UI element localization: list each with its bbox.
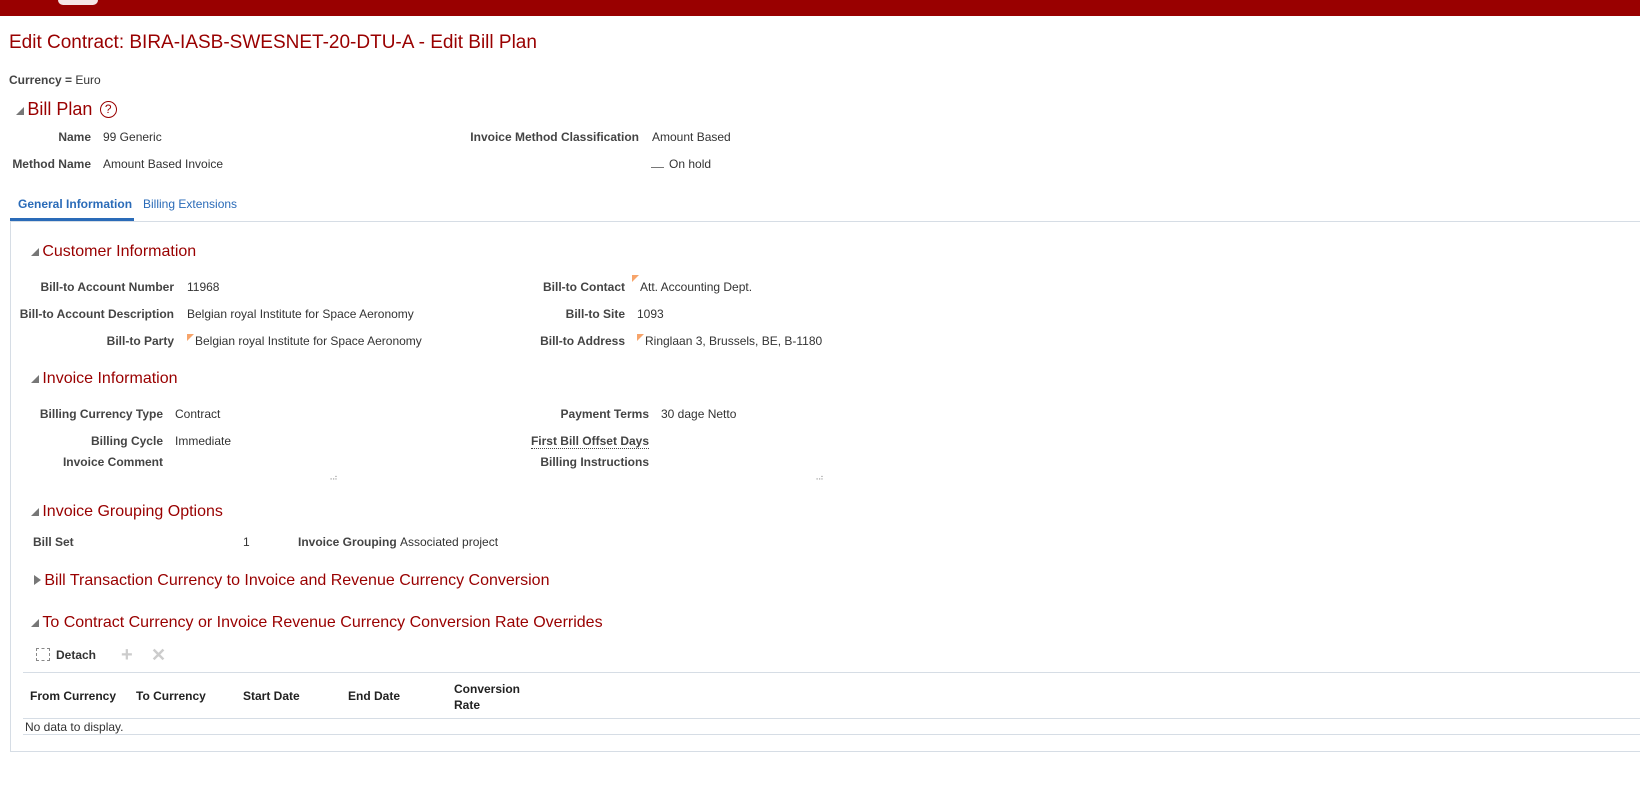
- billing-cycle-label: Billing Cycle: [90, 434, 163, 448]
- collapse-triangle-icon[interactable]: [31, 619, 39, 627]
- grouping-section-header[interactable]: Invoice Grouping Options: [31, 503, 223, 521]
- classification-label: Invoice Method Classification: [470, 130, 639, 144]
- conversion-heading: Bill Transaction Currency to Invoice and…: [44, 572, 550, 589]
- resize-grip-icon[interactable]: ⠠⠴: [327, 473, 338, 482]
- column-end-date[interactable]: End Date: [348, 689, 400, 703]
- help-icon[interactable]: ?: [99, 101, 117, 118]
- method-name-label: Method Name: [12, 157, 91, 171]
- conversion-section-header[interactable]: Bill Transaction Currency to Invoice and…: [34, 572, 549, 590]
- site-label: Bill-to Site: [565, 307, 625, 321]
- invoice-section-header[interactable]: Invoice Information: [31, 370, 178, 388]
- column-start-date[interactable]: Start Date: [243, 689, 300, 703]
- payment-terms-label: Payment Terms: [560, 407, 649, 421]
- address-text: Ringlaan 3, Brussels, BE, B-1180: [645, 334, 823, 348]
- account-description-value: Belgian royal Institute for Space Aerono…: [187, 307, 414, 321]
- method-name-value: Amount Based Invoice: [103, 157, 224, 171]
- table-divider: [23, 672, 1640, 673]
- account-description-label: Bill-to Account Description: [19, 307, 174, 321]
- bill-plan-heading: Bill Plan: [27, 99, 93, 119]
- on-hold-label: On hold: [669, 157, 712, 171]
- customer-heading: Customer Information: [42, 243, 197, 260]
- party-label: Bill-to Party: [106, 334, 174, 348]
- bill-set-value: 1: [243, 535, 250, 549]
- resize-grip-icon[interactable]: ⠠⠴: [813, 473, 824, 482]
- column-from-currency[interactable]: From Currency: [30, 689, 116, 703]
- on-hold-checkbox[interactable]: On hold: [651, 157, 711, 171]
- collapse-triangle-icon[interactable]: [16, 107, 24, 115]
- column-to-currency[interactable]: To Currency: [136, 689, 206, 703]
- column-conversion-rate[interactable]: Conversion Rate: [454, 681, 520, 713]
- invoice-heading: Invoice Information: [42, 370, 178, 387]
- page-title: Edit Contract: BIRA-IASB-SWESNET-20-DTU-…: [9, 32, 537, 53]
- detach-button[interactable]: Detach: [36, 648, 96, 662]
- currency-value: Euro: [75, 73, 101, 87]
- offset-days-text: First Bill Offset Days: [530, 434, 649, 449]
- account-number-label: Bill-to Account Number: [40, 280, 174, 294]
- column-conversion-line1: Conversion: [454, 682, 521, 696]
- logo: [58, 0, 98, 5]
- payment-terms-value: 30 dage Netto: [661, 407, 737, 421]
- site-value: 1093: [637, 307, 664, 321]
- checkbox-icon[interactable]: [651, 167, 664, 168]
- table-footer-divider: [23, 734, 1640, 735]
- empty-table-message: No data to display.: [25, 720, 124, 734]
- name-value: 99 Generic: [103, 130, 162, 144]
- invoice-grouping-label: Invoice Grouping: [298, 535, 397, 549]
- grouping-heading: Invoice Grouping Options: [42, 503, 223, 520]
- collapse-triangle-icon[interactable]: [31, 375, 39, 383]
- customer-section-header[interactable]: Customer Information: [31, 243, 196, 261]
- party-value: Belgian royal Institute for Space Aerono…: [187, 334, 422, 348]
- bill-set-label: Bill Set: [33, 535, 74, 549]
- invoice-grouping-value: Associated project: [400, 535, 499, 549]
- add-icon[interactable]: +: [121, 644, 133, 667]
- overrides-heading: To Contract Currency or Invoice Revenue …: [42, 614, 603, 631]
- flag-icon: [632, 275, 639, 282]
- column-conversion-line2: Rate: [454, 698, 481, 712]
- name-label: Name: [58, 130, 91, 144]
- currency-type-value: Contract: [175, 407, 221, 421]
- overrides-section-header[interactable]: To Contract Currency or Invoice Revenue …: [31, 614, 603, 632]
- address-label: Bill-to Address: [540, 334, 625, 348]
- contact-text: Att. Accounting Dept.: [640, 280, 753, 294]
- contact-label: Bill-to Contact: [543, 280, 625, 294]
- collapse-triangle-icon[interactable]: [31, 508, 39, 516]
- collapse-triangle-icon[interactable]: [31, 248, 39, 256]
- invoice-comment-label: Invoice Comment: [62, 455, 163, 469]
- account-number-value: 11968: [187, 280, 220, 294]
- table-header-divider: [23, 718, 1640, 719]
- tab-billing-extensions[interactable]: Billing Extensions: [143, 197, 237, 211]
- flag-icon: [637, 334, 644, 341]
- tab-general-information[interactable]: General Information: [18, 197, 132, 211]
- classification-value: Amount Based: [652, 130, 731, 144]
- top-banner: [0, 0, 1640, 16]
- delete-icon[interactable]: ✕: [151, 645, 166, 666]
- party-text: Belgian royal Institute for Space Aerono…: [195, 334, 422, 348]
- contact-value: Att. Accounting Dept.: [632, 275, 752, 294]
- address-value: Ringlaan 3, Brussels, BE, B-1180: [637, 334, 822, 348]
- currency-label: Currency =: [9, 73, 73, 87]
- currency-row: Currency = Euro: [9, 73, 101, 87]
- detach-icon: [36, 648, 50, 661]
- billing-instructions-label: Billing Instructions: [540, 455, 649, 469]
- billing-cycle-value: Immediate: [175, 434, 232, 448]
- offset-days-label: First Bill Offset Days: [400, 434, 649, 449]
- flag-icon: [187, 334, 194, 341]
- expand-triangle-icon[interactable]: [34, 575, 41, 585]
- bill-plan-header[interactable]: Bill Plan ?: [16, 99, 117, 120]
- detach-label: Detach: [56, 648, 97, 662]
- currency-type-label: Billing Currency Type: [39, 407, 163, 421]
